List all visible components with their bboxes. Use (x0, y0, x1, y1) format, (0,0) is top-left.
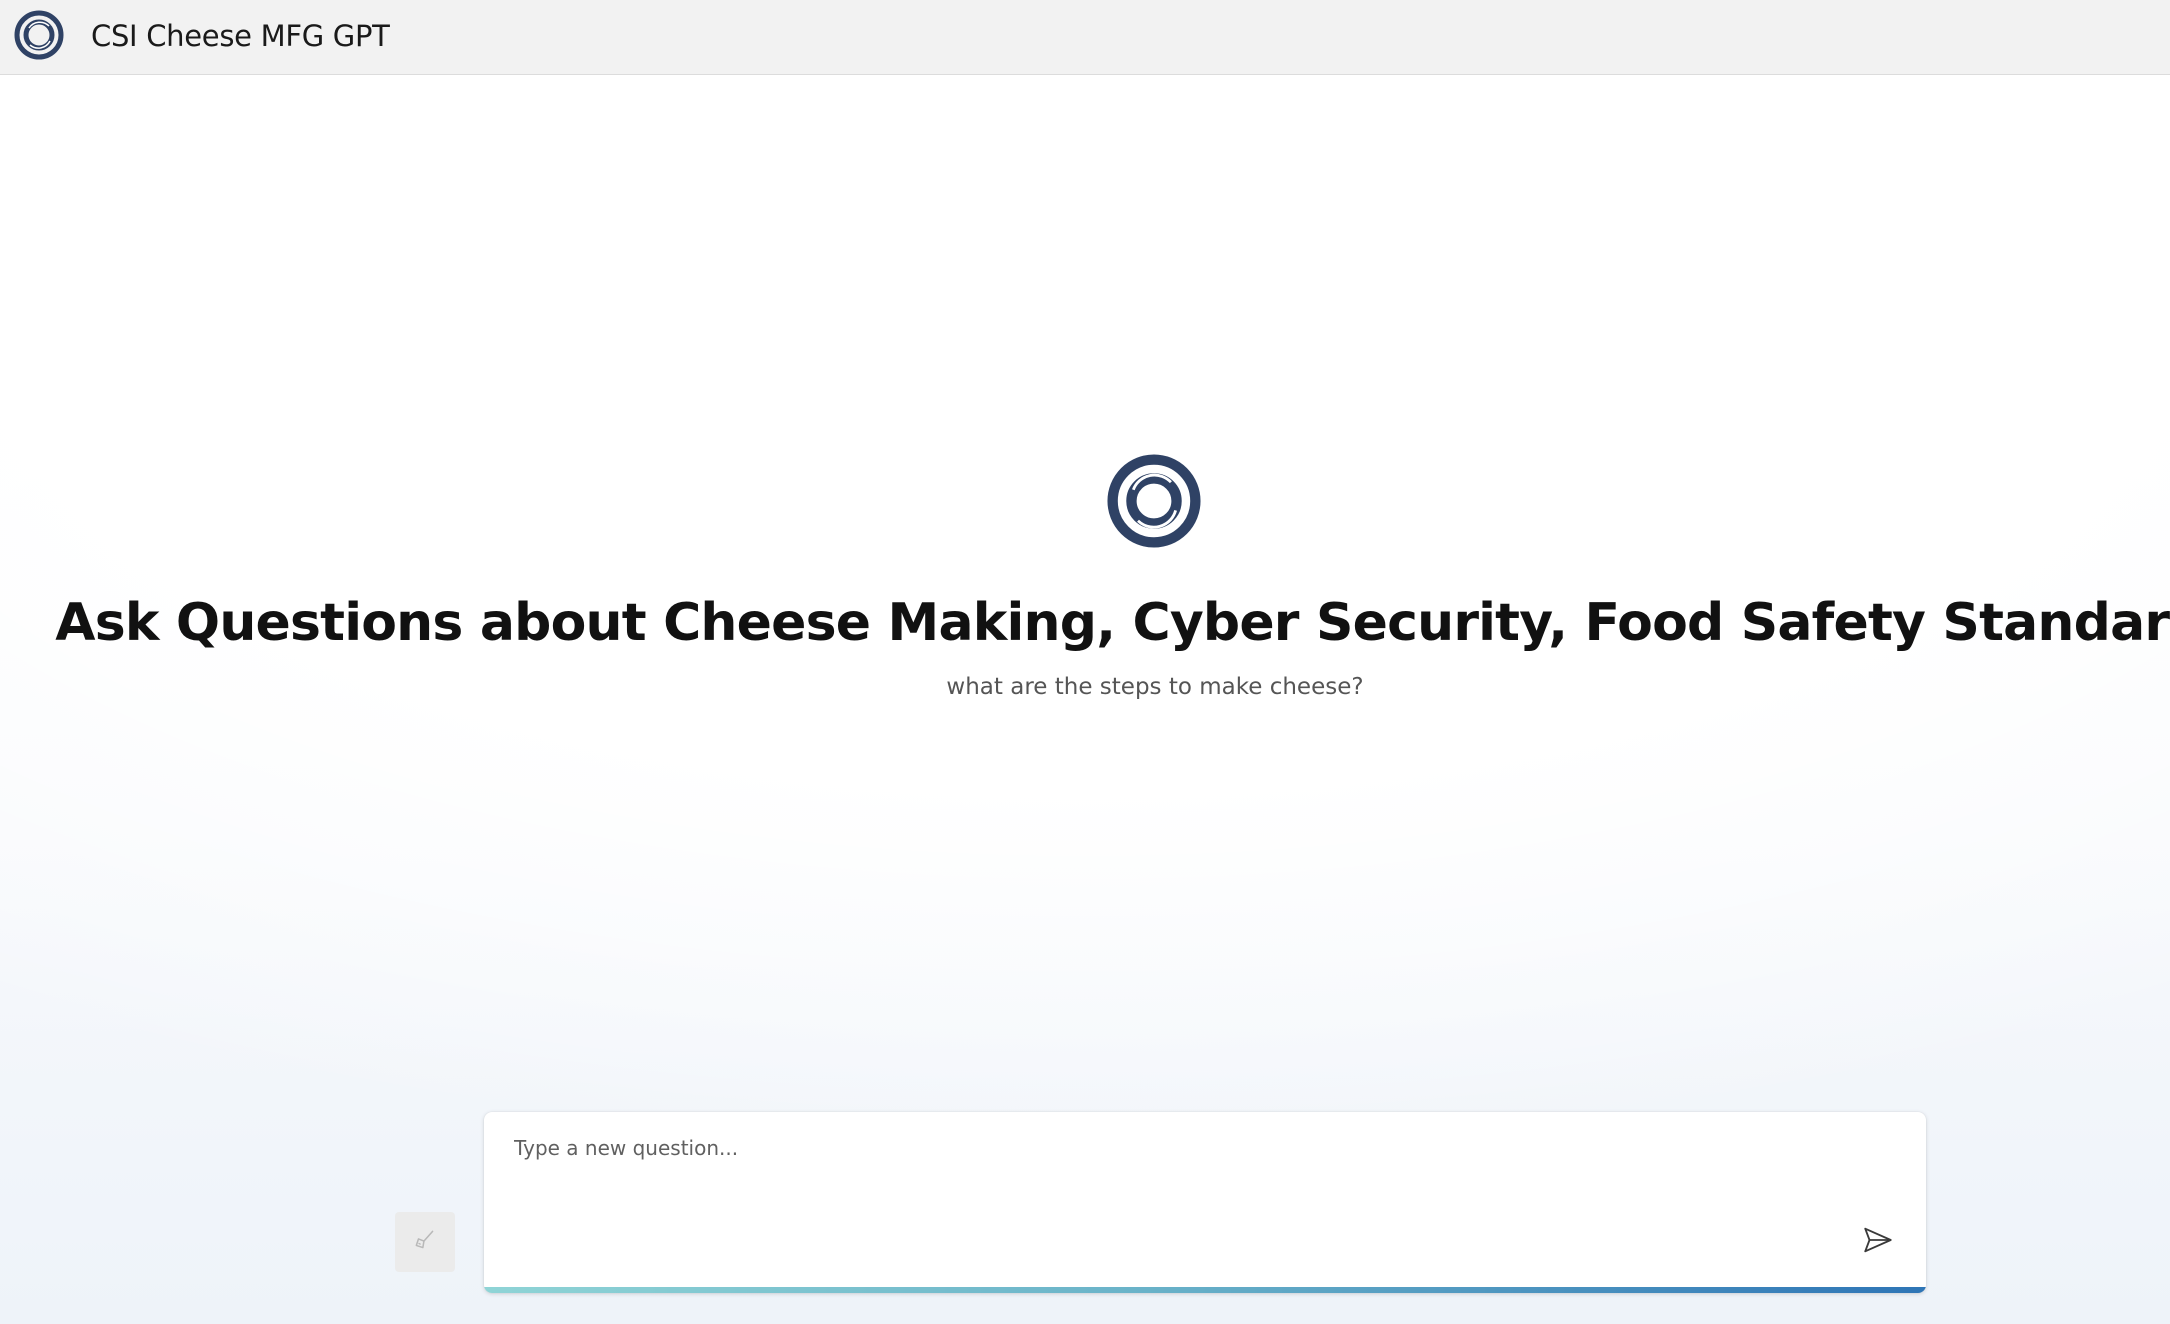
send-icon (1861, 1223, 1895, 1261)
app-header: CSI Cheese MFG GPT (0, 0, 2170, 75)
broom-icon (412, 1227, 438, 1257)
composer-accent-bar (484, 1287, 1926, 1293)
hero-title: Ask Questions about Cheese Making, Cyber… (55, 593, 2170, 653)
ring-logo-icon (1107, 454, 1201, 548)
example-question[interactable]: what are the steps to make cheese? (0, 670, 2170, 704)
clear-chat-button[interactable] (395, 1212, 455, 1272)
question-composer (484, 1112, 1926, 1293)
send-button[interactable] (1854, 1218, 1902, 1266)
question-input[interactable] (514, 1136, 1814, 1256)
ring-logo-icon (14, 10, 64, 60)
app-title: CSI Cheese MFG GPT (91, 19, 390, 53)
